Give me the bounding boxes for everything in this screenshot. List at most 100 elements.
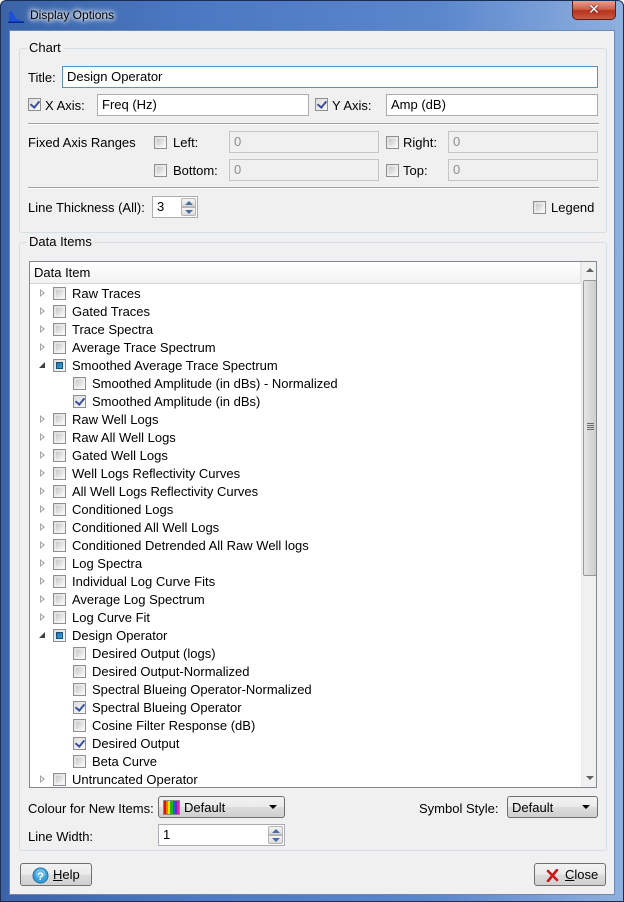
scroll-up-arrow-icon[interactable] [582, 262, 596, 279]
tree-item[interactable]: Average Trace Spectrum [30, 339, 581, 357]
tree-item[interactable]: Well Logs Reflectivity Curves [30, 465, 581, 483]
tree-item[interactable]: Untruncated Operator [30, 771, 581, 787]
tree-item[interactable]: Average Log Spectrum [30, 591, 581, 609]
column-header-data-item[interactable]: Data Item [30, 262, 581, 284]
collapsed-arrow-icon[interactable] [38, 613, 47, 622]
tree-item[interactable]: Smoothed Amplitude (in dBs) [30, 393, 581, 411]
tree-item[interactable]: Spectral Blueing Operator-Normalized [30, 681, 581, 699]
tree-item-checkbox[interactable] [53, 575, 66, 588]
scroll-down-arrow-icon[interactable] [582, 770, 596, 787]
line-thickness-spinner[interactable]: 3 [152, 196, 198, 218]
expanded-arrow-icon[interactable] [38, 631, 47, 640]
tree-item-checkbox[interactable] [53, 593, 66, 606]
tree-item-checkbox[interactable] [53, 557, 66, 570]
tree-item-checkbox[interactable] [73, 395, 86, 408]
collapsed-arrow-icon[interactable] [38, 415, 47, 424]
close-button[interactable]: Close [534, 863, 606, 886]
tree-item[interactable]: Smoothed Amplitude (in dBs) - Normalized [30, 375, 581, 393]
tree-item[interactable]: Conditioned All Well Logs [30, 519, 581, 537]
collapsed-arrow-icon[interactable] [38, 307, 47, 316]
right-range-input[interactable]: 0 [448, 131, 598, 153]
top-range-input[interactable]: 0 [448, 159, 598, 181]
tree-item[interactable]: Conditioned Logs [30, 501, 581, 519]
tree-item[interactable]: All Well Logs Reflectivity Curves [30, 483, 581, 501]
tree-item-checkbox[interactable] [73, 737, 86, 750]
collapsed-arrow-icon[interactable] [38, 775, 47, 784]
spin-down-button[interactable] [268, 835, 283, 844]
left-range-checkbox[interactable] [154, 136, 167, 149]
collapsed-arrow-icon[interactable] [38, 595, 47, 604]
symbol-style-dropdown[interactable]: Default [507, 796, 598, 818]
tree-item-checkbox[interactable] [73, 647, 86, 660]
tree-item-checkbox[interactable] [73, 683, 86, 696]
colour-dropdown[interactable]: Default [158, 796, 285, 818]
top-range-checkbox[interactable] [386, 164, 399, 177]
tree-item-checkbox[interactable] [53, 503, 66, 516]
collapsed-arrow-icon[interactable] [38, 289, 47, 298]
tree-item[interactable]: Gated Traces [30, 303, 581, 321]
spin-up-button[interactable] [181, 198, 196, 207]
tree-item[interactable]: Gated Well Logs [30, 447, 581, 465]
tree-item-checkbox[interactable] [53, 773, 66, 786]
tree-item[interactable]: Cosine Filter Response (dB) [30, 717, 581, 735]
tree-item-checkbox[interactable] [53, 359, 66, 372]
collapsed-arrow-icon[interactable] [38, 433, 47, 442]
collapsed-arrow-icon[interactable] [38, 451, 47, 460]
window-close-button[interactable]: ✕ [572, 1, 616, 20]
title-bar[interactable]: Display Options ✕ [1, 1, 623, 29]
tree-item-checkbox[interactable] [73, 701, 86, 714]
vertical-scrollbar[interactable] [581, 262, 596, 787]
right-range-checkbox[interactable] [386, 136, 399, 149]
tree-item[interactable]: Conditioned Detrended All Raw Well logs [30, 537, 581, 555]
y-axis-input[interactable]: Amp (dB) [386, 94, 598, 116]
tree-item-checkbox[interactable] [53, 341, 66, 354]
tree-item-checkbox[interactable] [53, 305, 66, 318]
tree-item-checkbox[interactable] [53, 413, 66, 426]
expanded-arrow-icon[interactable] [38, 361, 47, 370]
tree-item-checkbox[interactable] [73, 377, 86, 390]
tree-item[interactable]: Log Curve Fit [30, 609, 581, 627]
tree-item-checkbox[interactable] [53, 323, 66, 336]
tree-item[interactable]: Spectral Blueing Operator [30, 699, 581, 717]
tree-item[interactable]: Desired Output [30, 735, 581, 753]
collapsed-arrow-icon[interactable] [38, 343, 47, 352]
scroll-thumb[interactable] [583, 280, 596, 576]
help-button[interactable]: ? Help [20, 863, 92, 886]
x-axis-input[interactable]: Freq (Hz) [97, 94, 309, 116]
tree-item[interactable]: Trace Spectra [30, 321, 581, 339]
tree-item[interactable]: Raw All Well Logs [30, 429, 581, 447]
tree-item[interactable]: Beta Curve [30, 753, 581, 771]
collapsed-arrow-icon[interactable] [38, 487, 47, 496]
bottom-range-input[interactable]: 0 [229, 159, 379, 181]
tree-item[interactable]: Design Operator [30, 627, 581, 645]
tree-item-checkbox[interactable] [53, 485, 66, 498]
collapsed-arrow-icon[interactable] [38, 541, 47, 550]
tree-item-checkbox[interactable] [53, 539, 66, 552]
tree-item-checkbox[interactable] [53, 521, 66, 534]
tree-item-checkbox[interactable] [53, 431, 66, 444]
tree-item-checkbox[interactable] [53, 629, 66, 642]
tree-item[interactable]: Desired Output-Normalized [30, 663, 581, 681]
tree-item-checkbox[interactable] [73, 665, 86, 678]
tree-item[interactable]: Raw Traces [30, 285, 581, 303]
tree-item[interactable]: Log Spectra [30, 555, 581, 573]
bottom-range-checkbox[interactable] [154, 164, 167, 177]
tree-item-checkbox[interactable] [53, 449, 66, 462]
tree-item-checkbox[interactable] [53, 467, 66, 480]
data-items-tree[interactable]: Data Item Raw Traces Gated Traces Trace Sp… [29, 261, 597, 788]
collapsed-arrow-icon[interactable] [38, 523, 47, 532]
tree-item-checkbox[interactable] [53, 287, 66, 300]
x-axis-checkbox[interactable] [28, 98, 41, 111]
tree-item[interactable]: Raw Well Logs [30, 411, 581, 429]
legend-checkbox[interactable] [533, 201, 546, 214]
tree-item[interactable]: Individual Log Curve Fits [30, 573, 581, 591]
tree-item[interactable]: Smoothed Average Trace Spectrum [30, 357, 581, 375]
collapsed-arrow-icon[interactable] [38, 325, 47, 334]
collapsed-arrow-icon[interactable] [38, 559, 47, 568]
spin-down-button[interactable] [181, 207, 196, 216]
y-axis-checkbox[interactable] [315, 98, 328, 111]
tree-item-checkbox[interactable] [53, 611, 66, 624]
tree-item-checkbox[interactable] [73, 755, 86, 768]
collapsed-arrow-icon[interactable] [38, 505, 47, 514]
left-range-input[interactable]: 0 [229, 131, 379, 153]
